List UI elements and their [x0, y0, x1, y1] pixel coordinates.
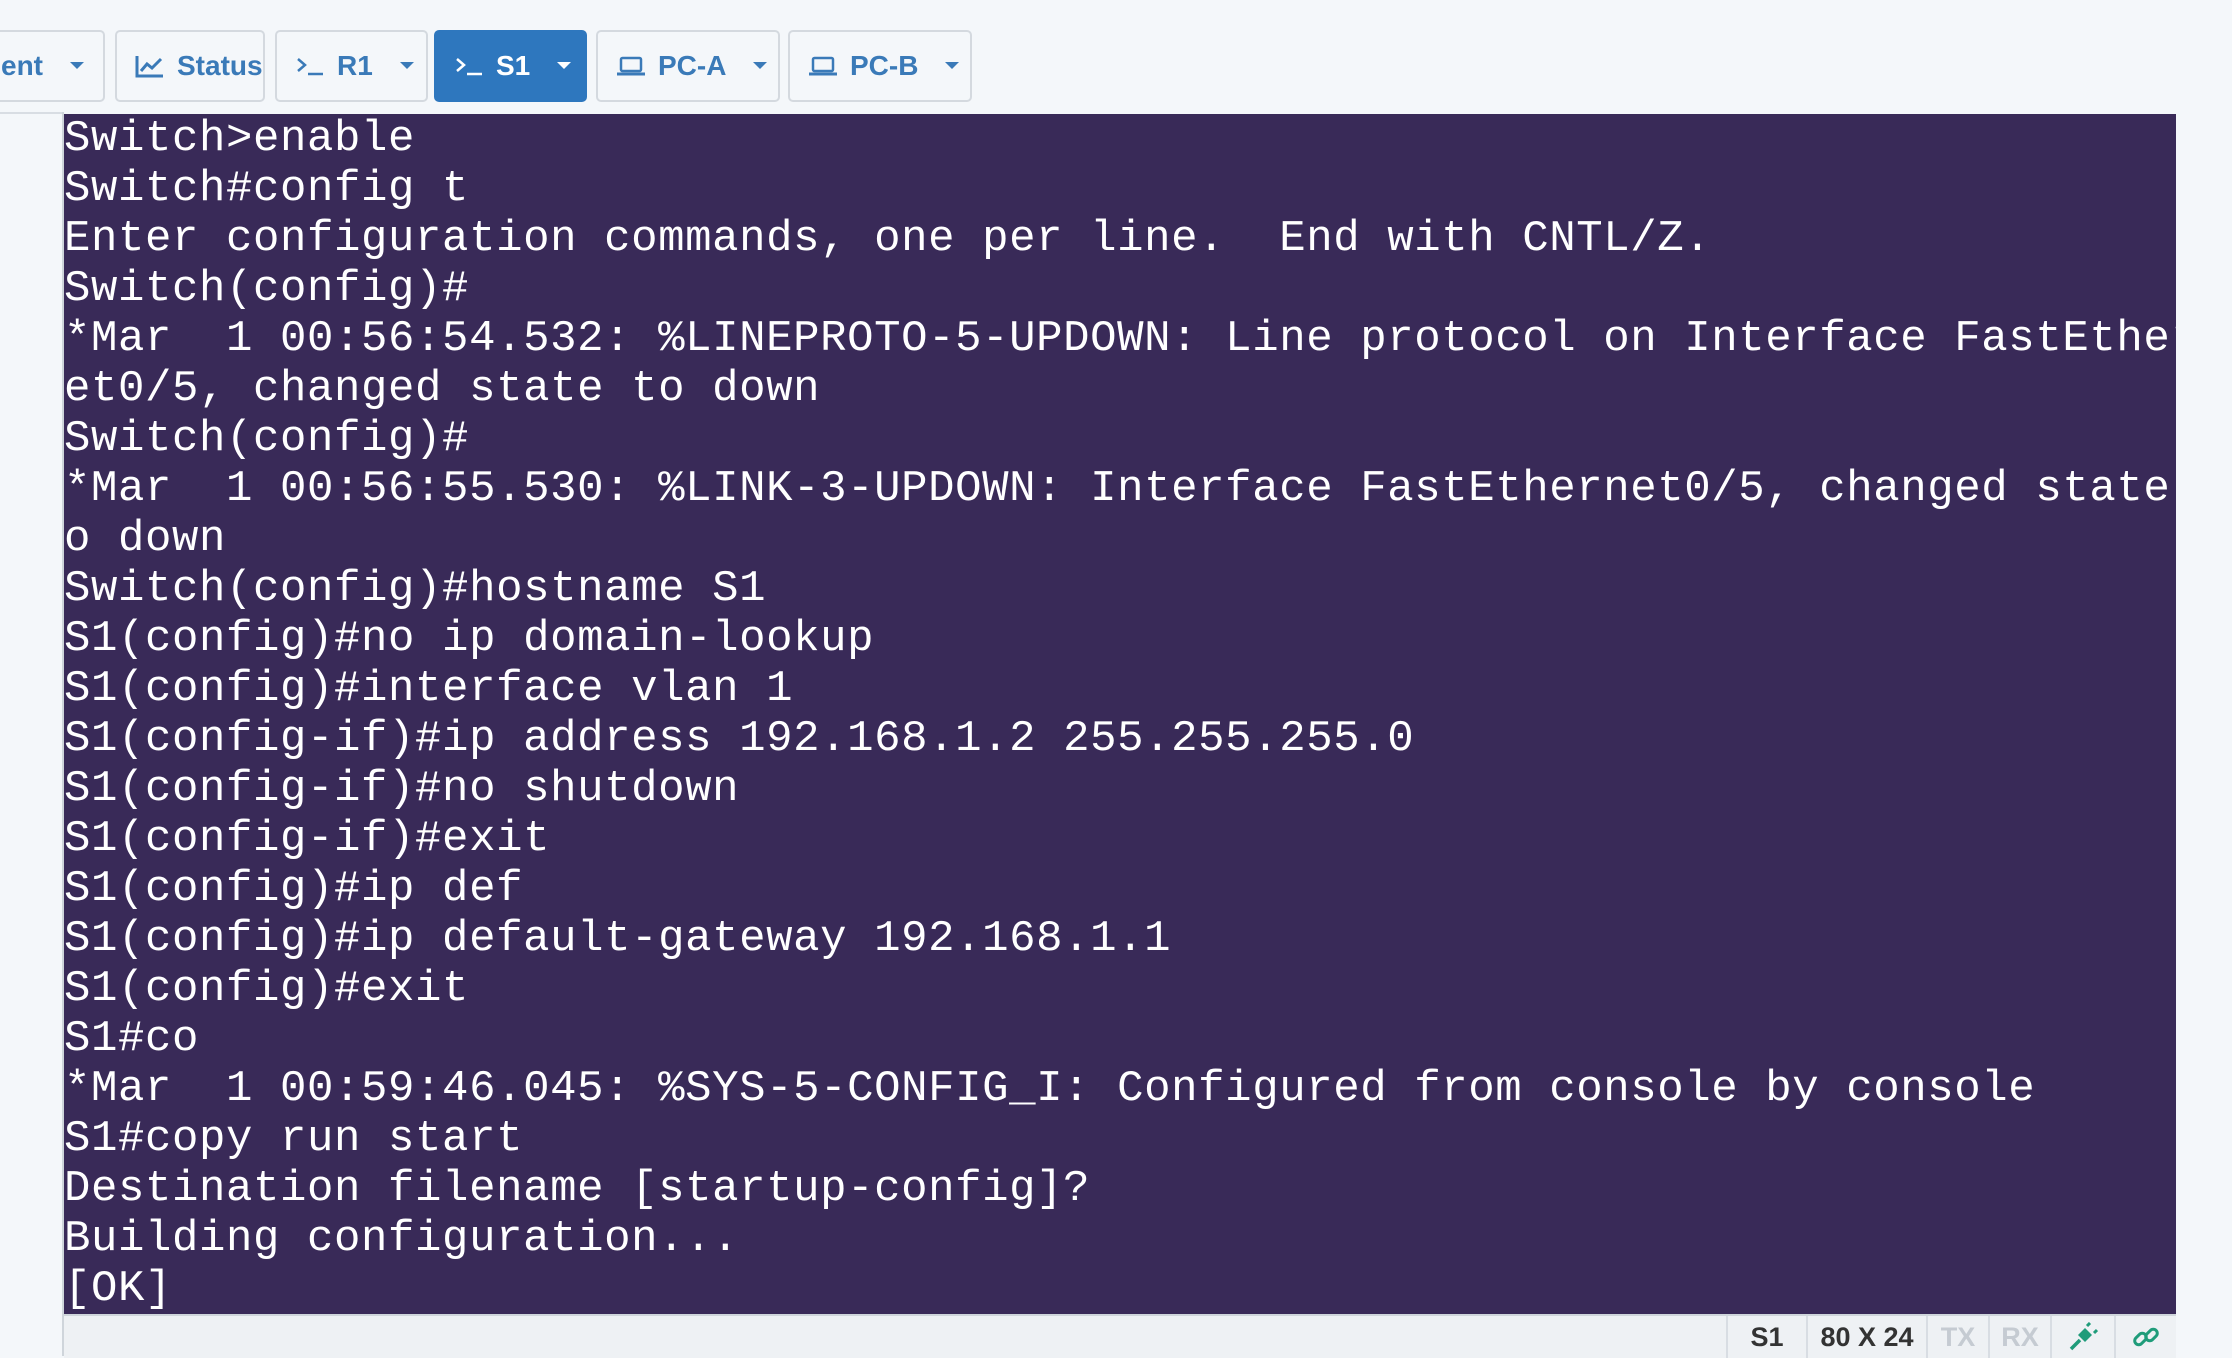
- laptop-icon: [616, 55, 646, 77]
- line-chart-icon: [135, 54, 165, 78]
- terminal-line: Destination filename [startup-config]?: [64, 1164, 1091, 1214]
- terminal-line: S1(config-if)#no shutdown: [64, 764, 740, 814]
- plug-icon[interactable]: [2050, 1316, 2114, 1358]
- terminal-line: *Mar 1 00:59:46.045: %SYS-5-CONFIG_I: Co…: [64, 1064, 2036, 1114]
- tab-label: PC-A: [658, 50, 727, 81]
- rx-indicator: RX: [1988, 1316, 2050, 1358]
- terminal-console[interactable]: Switch>enable Switch#config t Enter conf…: [64, 114, 2176, 1314]
- terminal-line: et0/5, changed state to down: [64, 364, 821, 414]
- tab-status[interactable]: Status: [115, 30, 265, 102]
- device-name-indicator: S1: [1726, 1316, 1806, 1358]
- terminal-line: S1(config)#ip def: [64, 864, 524, 914]
- terminal-line: S1(config)#interface vlan 1: [64, 664, 794, 714]
- tab-pc-b[interactable]: PC-B: [788, 30, 972, 102]
- terminal-status-bar: S1 80 X 24 TX RX: [64, 1314, 2176, 1358]
- terminal-size-indicator: 80 X 24: [1806, 1316, 1926, 1358]
- chevron-down-icon[interactable]: [944, 61, 960, 71]
- chevron-down-icon[interactable]: [556, 61, 572, 71]
- device-tab-bar: ent Status R1 S1 PC-A PC-B: [0, 0, 2232, 114]
- terminal-prompt-icon: [454, 54, 484, 78]
- chevron-down-icon[interactable]: [399, 61, 415, 71]
- tab-s1[interactable]: S1: [434, 30, 587, 102]
- tab-label: PC-B: [850, 50, 919, 81]
- terminal-line: o down: [64, 514, 227, 564]
- terminal-line: S1(config-if)#ip address 192.168.1.2 255…: [64, 714, 1415, 764]
- terminal-line: S1(config)#exit: [64, 964, 470, 1014]
- tx-indicator: TX: [1926, 1316, 1988, 1358]
- terminal-line: S1#co: [64, 1014, 200, 1064]
- chevron-down-icon[interactable]: [752, 61, 768, 71]
- laptop-icon: [808, 55, 838, 77]
- tab-label: Status: [177, 50, 263, 81]
- terminal-line: Building configuration...: [64, 1214, 740, 1264]
- terminal-line: Enter configuration commands, one per li…: [64, 214, 1712, 264]
- terminal-line: Switch>enable: [64, 114, 416, 164]
- terminal-line: S1(config-if)#exit: [64, 814, 551, 864]
- terminal-line: [OK]: [64, 1264, 173, 1314]
- terminal-line: *Mar 1 00:56:55.530: %LINK-3-UPDOWN: Int…: [64, 464, 2176, 514]
- tab-label: S1: [496, 50, 531, 81]
- link-icon[interactable]: [2114, 1316, 2176, 1358]
- terminal-line: *Mar 1 00:56:54.532: %LINEPROTO-5-UPDOWN…: [64, 314, 2176, 364]
- tab-pc-a[interactable]: PC-A: [596, 30, 780, 102]
- terminal-line: S1#copy run start: [64, 1114, 524, 1164]
- terminal-line: Switch(config)#hostname S1: [64, 564, 767, 614]
- terminal-line: Switch(config)#: [64, 414, 470, 464]
- terminal-line: S1(config)#ip default-gateway 192.168.1.…: [64, 914, 1172, 964]
- tab-label: R1: [337, 50, 373, 81]
- terminal-line: Switch#config t: [64, 164, 470, 214]
- terminal-line: Switch(config)#: [64, 264, 470, 314]
- tab-label: ent: [1, 50, 43, 81]
- tab-content[interactable]: ent: [0, 30, 105, 102]
- chevron-down-icon[interactable]: [69, 61, 85, 71]
- tab-r1[interactable]: R1: [275, 30, 428, 102]
- terminal-prompt-icon: [295, 54, 325, 78]
- scrollbar-track[interactable]: [2176, 112, 2232, 1356]
- terminal-line: S1(config)#no ip domain-lookup: [64, 614, 875, 664]
